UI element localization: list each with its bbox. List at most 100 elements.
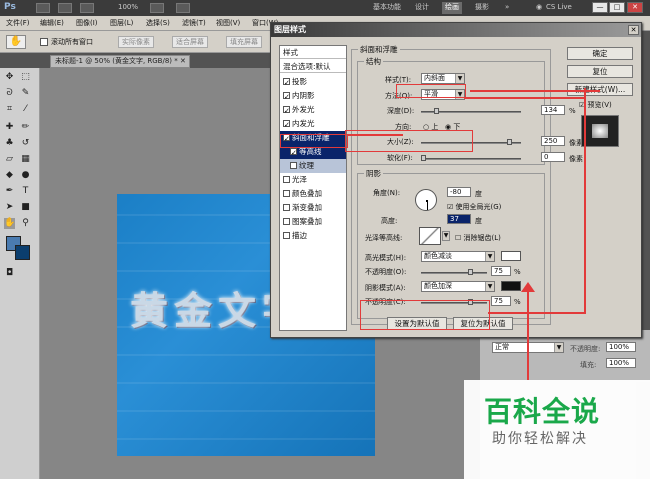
menu-image[interactable]: 图像(I): [76, 18, 98, 28]
dialog-close-button[interactable]: ✕: [628, 25, 639, 35]
reset-button[interactable]: 复位: [567, 65, 633, 78]
mini-bridge-icon[interactable]: [58, 3, 72, 13]
checkbox-icon[interactable]: [283, 90, 290, 104]
depth-slider[interactable]: [421, 108, 521, 114]
style-item-color-overlay[interactable]: 颜色叠加: [280, 187, 346, 201]
shadow-mode-select[interactable]: 颜色加深 ▼: [421, 281, 495, 292]
gradient-tool-icon[interactable]: ▦: [20, 154, 31, 165]
dodge-tool-icon[interactable]: ●: [20, 170, 31, 181]
path-select-tool-icon[interactable]: ➤: [4, 202, 15, 213]
brush-tool-icon[interactable]: ✏: [20, 122, 31, 133]
checkbox-icon[interactable]: [283, 231, 290, 239]
size-slider-thumb[interactable]: [507, 139, 512, 145]
ok-button[interactable]: 确定: [567, 47, 633, 60]
restore-button[interactable]: □: [609, 2, 625, 13]
layer-opacity-field[interactable]: 100%: [606, 342, 636, 352]
styles-header[interactable]: 样式: [280, 46, 346, 59]
bridge-icon[interactable]: [36, 3, 50, 13]
eyedropper-tool-icon[interactable]: ⁄: [20, 104, 31, 115]
style-item-texture[interactable]: 纹理: [280, 159, 346, 173]
bevel-style-select[interactable]: 内斜面 ▼: [421, 73, 465, 84]
gloss-contour-dropdown-icon[interactable]: ▼: [442, 231, 450, 241]
document-tab[interactable]: 未标题-1 @ 50% (黄金文字, RGB/8) * ✕: [50, 55, 190, 68]
style-item-satin[interactable]: 光泽: [280, 173, 346, 187]
workspace-design[interactable]: 设计: [412, 2, 432, 14]
soften-slider-thumb[interactable]: [421, 155, 426, 161]
blur-tool-icon[interactable]: ◆: [4, 170, 15, 181]
style-item-gradient-overlay[interactable]: 渐变叠加: [280, 201, 346, 215]
fill-screen-button[interactable]: 填充屏幕: [226, 36, 262, 48]
marquee-tool-icon[interactable]: ⬚: [20, 72, 31, 83]
style-item-drop-shadow[interactable]: 投影: [280, 75, 346, 90]
quick-mask-icon[interactable]: ◘: [4, 268, 15, 279]
checkbox-icon[interactable]: [283, 175, 290, 183]
style-item-stroke[interactable]: 描边: [280, 229, 346, 243]
eraser-tool-icon[interactable]: ▱: [4, 154, 15, 165]
style-item-pattern-overlay[interactable]: 图案叠加: [280, 215, 346, 229]
highlight-mode-select[interactable]: 颜色减淡 ▼: [421, 251, 495, 262]
checkbox-icon[interactable]: [283, 76, 290, 90]
quick-select-tool-icon[interactable]: ✎: [20, 88, 31, 99]
style-item-inner-shadow[interactable]: 内阴影: [280, 89, 346, 104]
scroll-all-checkbox[interactable]: [40, 38, 48, 46]
move-tool-icon[interactable]: ✥: [4, 72, 15, 83]
more-workspaces[interactable]: »: [505, 3, 509, 11]
background-color-swatch[interactable]: [15, 245, 30, 260]
healing-tool-icon[interactable]: ✚: [4, 122, 15, 133]
angle-dial[interactable]: [415, 189, 437, 211]
checkbox-icon[interactable]: [283, 118, 290, 132]
layer-fill-field[interactable]: 100%: [606, 358, 636, 368]
shadow-opacity-field[interactable]: 75: [491, 296, 511, 306]
altitude-field[interactable]: 37: [447, 214, 471, 224]
depth-field[interactable]: 134: [541, 105, 565, 115]
checkbox-icon[interactable]: [290, 146, 297, 160]
menu-view[interactable]: 视图(V): [216, 18, 240, 28]
soften-field[interactable]: 0: [541, 152, 565, 162]
cs-live-button[interactable]: CS Live: [546, 3, 572, 11]
checkbox-icon[interactable]: [283, 104, 290, 118]
close-window-button[interactable]: ✕: [627, 2, 643, 13]
highlight-color-swatch[interactable]: [501, 251, 521, 261]
workspace-painting[interactable]: 绘画: [442, 2, 462, 14]
workspace-photography[interactable]: 摄影: [472, 2, 492, 14]
menu-select[interactable]: 选择(S): [146, 18, 170, 28]
menu-layer[interactable]: 图层(L): [110, 18, 133, 28]
hand-tool-icon[interactable]: ✋: [4, 218, 15, 229]
checkbox-icon[interactable]: [290, 161, 297, 169]
workspace-essentials[interactable]: 基本功能: [370, 2, 404, 14]
shadow-color-swatch[interactable]: [501, 281, 521, 291]
lasso-tool-icon[interactable]: ᘐ: [4, 88, 15, 99]
highlight-opacity-field[interactable]: 75: [491, 266, 511, 276]
cs-live-icon[interactable]: ◉: [536, 3, 542, 11]
pen-tool-icon[interactable]: ✒: [4, 186, 15, 197]
menu-edit[interactable]: 编辑(E): [40, 18, 64, 28]
view-extras-icon[interactable]: [80, 3, 94, 13]
checkbox-icon[interactable]: [283, 217, 290, 225]
style-item-inner-glow[interactable]: 内发光: [280, 117, 346, 132]
gloss-contour-preview[interactable]: [419, 227, 441, 245]
history-brush-tool-icon[interactable]: ↺: [20, 138, 31, 149]
zoom-tool-icon[interactable]: ⚲: [20, 218, 31, 229]
global-light-checkbox[interactable]: ☑ 使用全局光(G): [447, 202, 501, 212]
arrange-documents-icon[interactable]: [150, 3, 164, 13]
checkbox-icon[interactable]: [283, 189, 290, 197]
style-item-outer-glow[interactable]: 外发光: [280, 103, 346, 118]
actual-pixels-button[interactable]: 实际像素: [118, 36, 154, 48]
antialias-checkbox[interactable]: ☐ 消除锯齿(L): [455, 233, 501, 243]
soften-slider[interactable]: [421, 155, 521, 161]
clone-stamp-tool-icon[interactable]: ♣: [4, 138, 15, 149]
dialog-title[interactable]: 图层样式: [271, 23, 641, 37]
blending-options-item[interactable]: 混合选项:默认: [280, 60, 346, 73]
screen-mode-icon[interactable]: [176, 3, 190, 13]
depth-slider-thumb[interactable]: [434, 108, 440, 114]
type-tool-icon[interactable]: T: [20, 186, 31, 197]
minimize-button[interactable]: —: [592, 2, 608, 13]
menu-filter[interactable]: 滤镜(T): [182, 18, 206, 28]
shape-tool-icon[interactable]: ■: [20, 202, 31, 213]
zoom-level[interactable]: 100%: [118, 3, 138, 11]
highlight-opacity-slider[interactable]: [421, 269, 487, 275]
fit-screen-button[interactable]: 适合屏幕: [172, 36, 208, 48]
crop-tool-icon[interactable]: ⌗: [4, 104, 15, 115]
size-field[interactable]: 250: [541, 136, 565, 146]
highlight-opacity-thumb[interactable]: [467, 269, 473, 275]
